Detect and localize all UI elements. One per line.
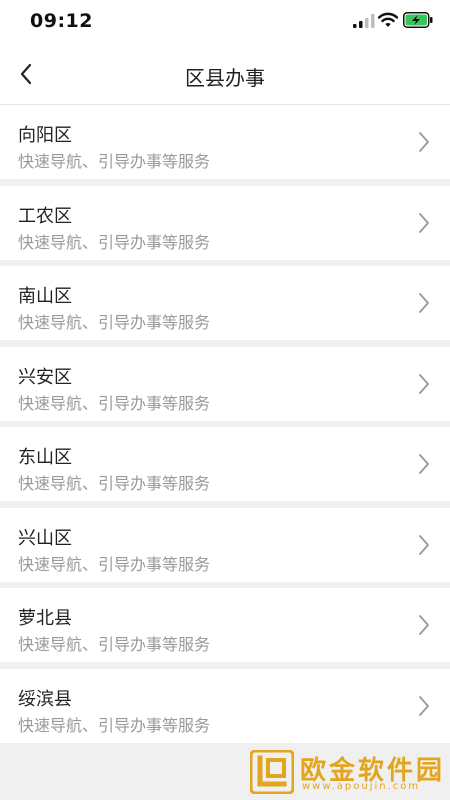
list-item[interactable]: 绥滨县 快速导航、引导办事等服务 xyxy=(0,668,450,743)
chevron-right-icon xyxy=(419,695,429,716)
list-item[interactable]: 萝北县 快速导航、引导办事等服务 xyxy=(0,588,450,662)
watermark: 欧金软件园 www.apoujin.com xyxy=(248,748,444,796)
item-name: 南山区 xyxy=(18,286,72,307)
status-bar: 09:12 xyxy=(0,0,450,46)
district-list: 向阳区 快速导航、引导办事等服务 工农区 快速导航、引导办事等服务 南山区 快速… xyxy=(0,105,450,749)
list-item[interactable]: 兴山区 快速导航、引导办事等服务 xyxy=(0,507,450,582)
item-desc: 快速导航、引导办事等服务 xyxy=(18,554,211,574)
item-desc: 快速导航、引导办事等服务 xyxy=(18,474,211,493)
chevron-right-icon xyxy=(419,534,429,555)
list-item[interactable]: 兴安区 快速导航、引导办事等服务 xyxy=(0,346,450,421)
item-desc: 快速导航、引导办事等服务 xyxy=(18,635,211,654)
chevron-right-icon xyxy=(419,454,429,474)
signal-icon xyxy=(353,14,375,28)
item-name: 工农区 xyxy=(18,205,72,227)
status-time: 09:12 xyxy=(30,10,93,32)
screen: 09:12 区县办事 向阳区 快速导航、引导办事等服务 工农区 快速导航、引导办… xyxy=(0,0,450,800)
item-name: 兴安区 xyxy=(18,366,72,388)
list-item[interactable]: 向阳区 快速导航、引导办事等服务 xyxy=(0,105,450,179)
list-item[interactable]: 工农区 快速导航、引导办事等服务 xyxy=(0,185,450,260)
item-desc: 快速导航、引导办事等服务 xyxy=(18,152,211,171)
item-name: 绥滨县 xyxy=(18,688,72,710)
item-name: 兴山区 xyxy=(18,527,72,549)
list-item[interactable]: 南山区 快速导航、引导办事等服务 xyxy=(0,266,450,340)
chevron-right-icon xyxy=(419,373,429,394)
item-desc: 快速导航、引导办事等服务 xyxy=(18,393,211,413)
item-name: 萝北县 xyxy=(18,608,72,629)
chevron-right-icon xyxy=(419,615,429,635)
chevron-right-icon xyxy=(419,293,429,313)
page-title: 区县办事 xyxy=(185,66,265,90)
item-desc: 快速导航、引导办事等服务 xyxy=(18,715,211,735)
list-item[interactable]: 东山区 快速导航、引导办事等服务 xyxy=(0,427,450,501)
chevron-right-icon xyxy=(419,132,429,152)
watermark-logo-icon xyxy=(250,750,294,794)
wifi-icon xyxy=(378,12,398,27)
item-name: 东山区 xyxy=(18,447,72,468)
item-name: 向阳区 xyxy=(18,125,72,146)
item-desc: 快速导航、引导办事等服务 xyxy=(18,232,211,252)
nav-bar: 区县办事 xyxy=(0,46,450,105)
watermark-url: www.apoujin.com xyxy=(302,781,421,792)
chevron-right-icon xyxy=(419,212,429,233)
item-desc: 快速导航、引导办事等服务 xyxy=(18,313,211,332)
battery-charging-icon xyxy=(403,12,433,28)
